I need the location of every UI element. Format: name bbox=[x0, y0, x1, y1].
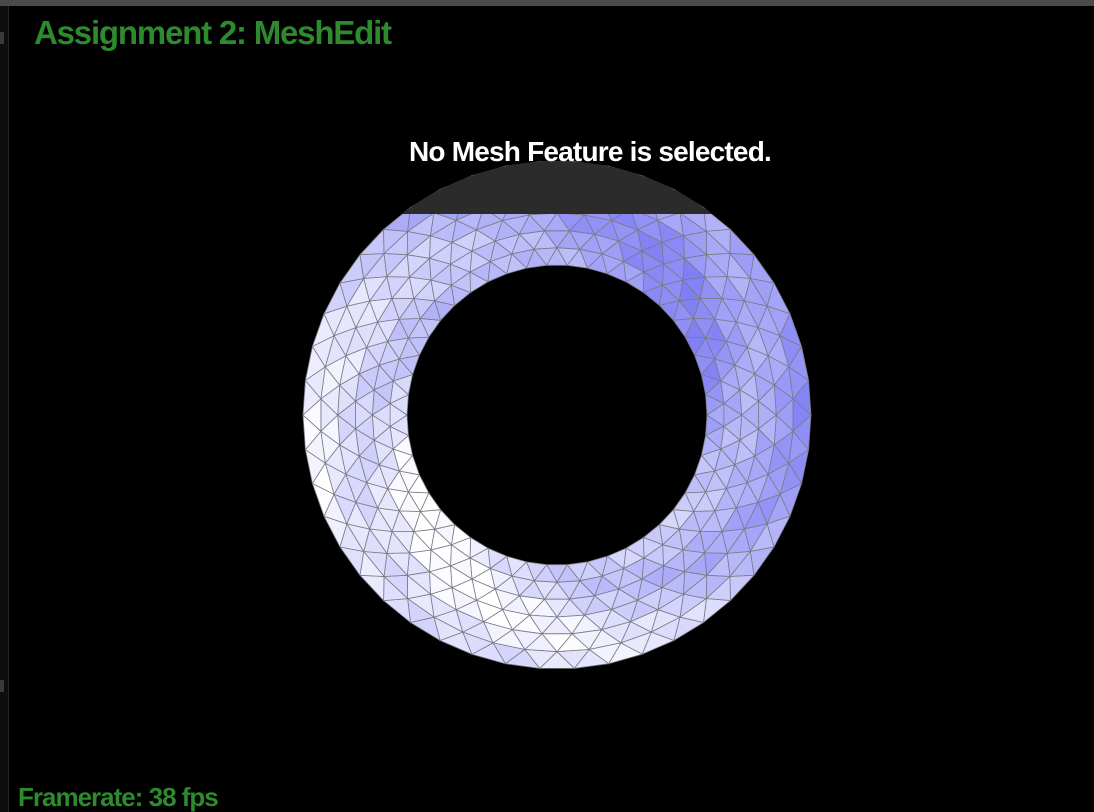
selection-status-text: No Mesh Feature is selected. bbox=[409, 136, 772, 167]
clipped-region bbox=[401, 160, 713, 214]
3d-viewport[interactable] bbox=[0, 0, 1094, 812]
mesh-face[interactable] bbox=[702, 598, 732, 624]
mesh-face[interactable] bbox=[359, 574, 385, 602]
mesh-face[interactable] bbox=[382, 598, 412, 624]
mesh-face[interactable] bbox=[729, 574, 755, 602]
mesh-face[interactable] bbox=[749, 546, 775, 577]
mesh-edit-window: Assignment 2: MeshEdit No Mesh Feature i… bbox=[0, 0, 1094, 812]
mesh-face[interactable] bbox=[359, 228, 385, 256]
torus-mesh[interactable] bbox=[302, 160, 812, 669]
mesh-face[interactable] bbox=[729, 228, 755, 256]
app-title: Assignment 2: MeshEdit bbox=[34, 14, 392, 51]
mesh-face[interactable] bbox=[339, 546, 365, 577]
mesh-face[interactable] bbox=[749, 253, 775, 284]
framerate-readout: Framerate: 38 fps bbox=[18, 782, 219, 812]
mesh-face[interactable] bbox=[339, 253, 365, 284]
